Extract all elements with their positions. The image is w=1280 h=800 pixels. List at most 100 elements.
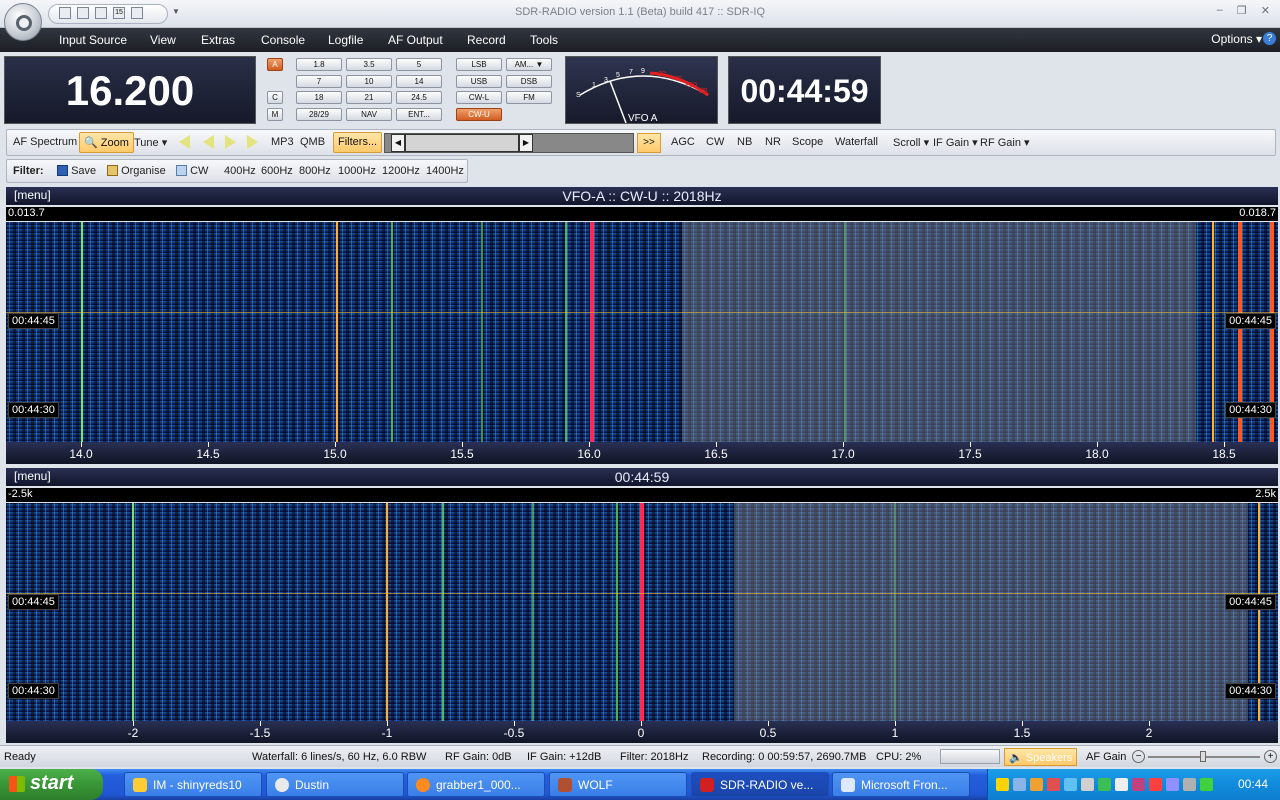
mode-button-fm[interactable]: FM — [506, 91, 552, 104]
filter-600hz[interactable]: 600Hz — [261, 165, 293, 177]
application-button[interactable] — [4, 3, 42, 41]
task-wolf[interactable]: WOLF — [549, 772, 687, 797]
band-button-nav[interactable]: NAV — [346, 108, 392, 121]
task-frontpage[interactable]: Microsoft Fron... — [832, 772, 970, 797]
rewind-fast-icon[interactable] — [179, 135, 190, 149]
tuning-slider[interactable]: ◀ ▶ — [384, 133, 634, 153]
menu-view[interactable]: View — [150, 33, 176, 47]
nr-button[interactable]: NR — [765, 136, 781, 148]
filter-1000hz[interactable]: 1000Hz — [338, 165, 376, 177]
tune-button[interactable]: Tune ▾ — [134, 136, 167, 149]
speakers-button[interactable]: 🔈 Speakers — [1004, 748, 1078, 766]
scroll-dropdown[interactable]: Scroll ▾ — [893, 136, 929, 149]
tray-app-icon[interactable] — [1115, 778, 1128, 791]
mode-button-dsb[interactable]: DSB — [506, 75, 552, 88]
organise-button[interactable]: Organise — [107, 165, 166, 177]
minimize-icon[interactable]: – — [1217, 4, 1223, 17]
task-grabber[interactable]: grabber1_000... — [407, 772, 545, 797]
vfo-c-button[interactable]: C — [267, 91, 283, 104]
filters-button[interactable]: Filters... — [333, 132, 383, 153]
slider-right-arrow-icon[interactable]: ▶ — [519, 134, 533, 152]
top-waterfall-menu[interactable]: [menu] — [14, 188, 51, 202]
restore-icon[interactable]: ❐ — [1237, 4, 1247, 17]
slider-thumb[interactable] — [405, 134, 519, 152]
qmb-button[interactable]: QMB — [300, 136, 325, 148]
mode-button-lsb[interactable]: LSB — [456, 58, 502, 71]
scope-button[interactable]: Scope — [792, 136, 823, 148]
step-back-icon[interactable] — [203, 135, 214, 149]
band-button-10[interactable]: 10 — [346, 75, 392, 88]
top-axis-label: 16.5 — [704, 447, 728, 461]
help-icon[interactable]: ? — [1263, 32, 1276, 45]
forward-fast-icon[interactable] — [247, 135, 258, 149]
af-gain-plus-button[interactable]: + — [1264, 750, 1277, 763]
filter-1400hz[interactable]: 1400Hz — [426, 165, 464, 177]
task-sdr-radio[interactable]: SDR-RADIO ve... — [691, 772, 829, 797]
frequency-display[interactable]: 16.200 — [4, 56, 256, 124]
af-gain-slider-thumb[interactable] — [1200, 751, 1206, 762]
smeter-label-3: 3 — [604, 77, 608, 84]
band-button-14[interactable]: 14 — [396, 75, 442, 88]
filter-800hz[interactable]: 800Hz — [299, 165, 331, 177]
vfo-m-button[interactable]: M — [267, 108, 283, 121]
menu-record[interactable]: Record — [467, 33, 506, 47]
menu-extras[interactable]: Extras — [201, 33, 235, 47]
tray-app-icon[interactable] — [1098, 778, 1111, 791]
filter-1200hz[interactable]: 1200Hz — [382, 165, 420, 177]
tray-app-icon[interactable] — [1030, 778, 1043, 791]
band-button-24-5[interactable]: 24.5 — [396, 91, 442, 104]
mode-button-am[interactable]: AM... ▼ — [506, 58, 552, 71]
network-icon[interactable] — [1064, 778, 1077, 791]
menu-tools[interactable]: Tools — [530, 33, 558, 47]
band-button-18[interactable]: 18 — [296, 91, 342, 104]
if-gain-dropdown[interactable]: IF Gain ▾ — [933, 136, 978, 149]
slider-left-arrow-icon[interactable]: ◀ — [391, 134, 405, 152]
menu-input-source[interactable]: Input Source — [59, 33, 127, 47]
mp3-button[interactable]: MP3 — [271, 136, 294, 148]
band-button-1-8[interactable]: 1.8 — [296, 58, 342, 71]
af-gain-minus-button[interactable]: − — [1132, 750, 1145, 763]
tray-app-icon[interactable] — [1200, 778, 1213, 791]
task-dustin[interactable]: Dustin — [266, 772, 404, 797]
start-button[interactable]: start — [0, 769, 103, 800]
volume-icon[interactable] — [1081, 778, 1094, 791]
waterfall-button[interactable]: Waterfall — [835, 136, 878, 148]
band-button-3-5[interactable]: 3.5 — [346, 58, 392, 71]
tray-app-icon[interactable] — [1132, 778, 1145, 791]
mode-button-cw-l[interactable]: CW-L — [456, 91, 502, 104]
menu-logfile[interactable]: Logfile — [328, 33, 363, 47]
save-button[interactable]: Save — [57, 165, 96, 177]
shield-icon[interactable] — [996, 778, 1009, 791]
go-button[interactable]: >> — [637, 133, 661, 153]
cw-filter-button[interactable]: CW — [176, 165, 208, 177]
band-button-21[interactable]: 21 — [346, 91, 392, 104]
band-button-28-29[interactable]: 28/29 — [296, 108, 342, 121]
step-forward-icon[interactable] — [225, 135, 236, 149]
menu-af-output[interactable]: AF Output — [388, 33, 443, 47]
bottom-waterfall-menu[interactable]: [menu] — [14, 469, 51, 483]
close-icon[interactable]: ✕ — [1261, 4, 1270, 17]
rf-gain-dropdown[interactable]: RF Gain ▾ — [980, 136, 1030, 149]
task-im[interactable]: IM - shinyreds10 — [124, 772, 262, 797]
tray-app-icon[interactable] — [1166, 778, 1179, 791]
band-button-7[interactable]: 7 — [296, 75, 342, 88]
mode-button-usb[interactable]: USB — [456, 75, 502, 88]
af-spectrum-button[interactable]: AF Spectrum — [13, 136, 77, 148]
zoom-button[interactable]: 🔍 Zoom — [79, 132, 134, 153]
filter-400hz[interactable]: 400Hz — [224, 165, 256, 177]
vfo-a-button[interactable]: A — [267, 58, 283, 71]
nb-button[interactable]: NB — [737, 136, 752, 148]
tray-app-icon[interactable] — [1047, 778, 1060, 791]
agc-button[interactable]: AGC — [671, 136, 695, 148]
mode-button-cw-u[interactable]: CW-U — [456, 108, 502, 121]
tray-app-icon[interactable] — [1013, 778, 1026, 791]
band-button-5[interactable]: 5 — [396, 58, 442, 71]
options-menu[interactable]: Options ▾ — [1211, 32, 1262, 46]
band-button-ent[interactable]: ENT... — [396, 108, 442, 121]
menu-console[interactable]: Console — [261, 33, 305, 47]
tray-app-icon[interactable] — [1183, 778, 1196, 791]
cw-button[interactable]: CW — [706, 136, 724, 148]
bottom-waterfall[interactable]: 00:44:45 00:44:45 00:44:30 00:44:30 — [6, 503, 1278, 721]
tray-app-icon[interactable] — [1149, 778, 1162, 791]
top-waterfall[interactable]: 00:44:45 00:44:45 00:44:30 00:44:30 — [6, 222, 1278, 442]
